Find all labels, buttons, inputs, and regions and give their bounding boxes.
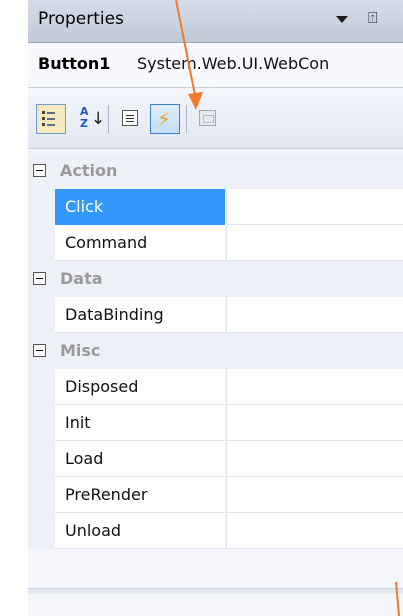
event-name-cell[interactable]: Load xyxy=(55,441,225,477)
collapse-icon[interactable] xyxy=(33,272,46,285)
event-name-cell[interactable]: Unload xyxy=(55,513,225,549)
event-row: Init xyxy=(28,405,403,441)
event-label: PreRender xyxy=(65,485,148,504)
event-label: Click xyxy=(65,197,104,216)
events-button[interactable]: ⚡ xyxy=(150,104,180,134)
event-name-cell[interactable]: DataBinding xyxy=(55,297,225,333)
toolbar-separator xyxy=(108,105,109,133)
pin-icon[interactable]: ⍐ xyxy=(368,8,378,28)
event-handler-field[interactable] xyxy=(226,225,403,261)
category-label: Action xyxy=(60,161,118,180)
event-name-cell[interactable]: Click xyxy=(55,189,225,225)
events-lightning-icon: ⚡ xyxy=(157,107,172,131)
event-handler-field[interactable] xyxy=(226,405,403,441)
toolbar: A Z ↓ ⚡ xyxy=(28,88,403,149)
categorized-button[interactable] xyxy=(36,104,66,134)
category-row-misc[interactable]: Misc xyxy=(28,333,403,369)
window-position-dropdown-icon[interactable] xyxy=(336,16,348,23)
property-pages-button[interactable] xyxy=(193,104,223,134)
description-splitter[interactable] xyxy=(28,588,403,594)
collapse-icon[interactable] xyxy=(33,344,46,357)
window-title: Properties xyxy=(38,9,124,29)
properties-icon xyxy=(122,110,138,126)
properties-button[interactable] xyxy=(116,104,146,134)
description-pane xyxy=(28,595,403,616)
category-row-data[interactable]: Data xyxy=(28,261,403,297)
property-pages-icon xyxy=(199,110,216,126)
row-gutter xyxy=(28,477,55,513)
event-row: Unload xyxy=(28,513,403,549)
event-label: DataBinding xyxy=(65,305,164,324)
object-selector[interactable]: Button1 System.Web.UI.WebCon xyxy=(28,43,403,88)
row-gutter xyxy=(28,369,55,405)
properties-window: Properties ⍐ Button1 System.Web.UI.WebCo… xyxy=(28,0,403,616)
event-row: PreRender xyxy=(28,477,403,513)
event-name-cell[interactable]: Command xyxy=(55,225,225,261)
event-handler-field[interactable] xyxy=(226,369,403,405)
event-handler-field[interactable] xyxy=(226,297,403,333)
object-type: System.Web.UI.WebCon xyxy=(137,54,330,73)
event-row: Click xyxy=(28,189,403,225)
event-name-cell[interactable]: Disposed xyxy=(55,369,225,405)
event-handler-field[interactable] xyxy=(226,513,403,549)
row-gutter xyxy=(28,513,55,549)
event-name-cell[interactable]: PreRender xyxy=(55,477,225,513)
row-gutter xyxy=(28,297,55,333)
row-gutter xyxy=(28,225,55,261)
event-label: Command xyxy=(65,233,148,252)
event-handler-field[interactable] xyxy=(226,189,403,225)
event-row: Command xyxy=(28,225,403,261)
event-label: Init xyxy=(65,413,91,432)
row-gutter xyxy=(28,441,55,477)
event-row: Load xyxy=(28,441,403,477)
title-bar[interactable]: Properties ⍐ xyxy=(28,0,403,43)
collapse-icon[interactable] xyxy=(33,164,46,177)
event-label: Disposed xyxy=(65,377,139,396)
category-label: Misc xyxy=(60,341,101,360)
event-label: Unload xyxy=(65,521,122,540)
sort-down-arrow-icon: ↓ xyxy=(91,109,106,129)
row-gutter xyxy=(28,189,55,225)
event-name-cell[interactable]: Init xyxy=(55,405,225,441)
category-label: Data xyxy=(60,269,103,288)
event-handler-field[interactable] xyxy=(226,477,403,513)
event-row: Disposed xyxy=(28,369,403,405)
toolbar-separator xyxy=(186,105,187,133)
alphabetical-sort-icon: A Z xyxy=(80,105,89,130)
row-gutter xyxy=(28,405,55,441)
event-handler-field[interactable] xyxy=(226,441,403,477)
alphabetical-button[interactable]: A Z ↓ xyxy=(72,104,106,134)
events-grid: Action Click Command Data DataBinding Misc Dis… xyxy=(28,153,403,549)
category-row-action[interactable]: Action xyxy=(28,153,403,189)
event-row: DataBinding xyxy=(28,297,403,333)
object-name: Button1 xyxy=(38,54,111,73)
event-label: Load xyxy=(65,449,104,468)
